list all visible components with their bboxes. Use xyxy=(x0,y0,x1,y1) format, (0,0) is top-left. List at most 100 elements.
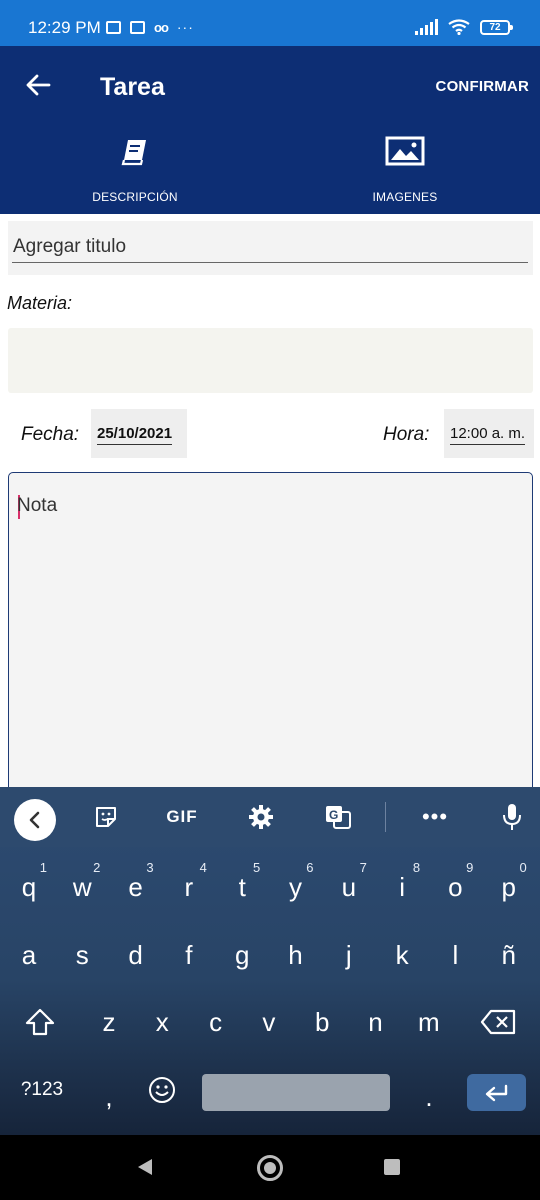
key-g[interactable]: g xyxy=(216,925,268,985)
nav-recents-button[interactable] xyxy=(384,1159,400,1175)
key-number-hint: 9 xyxy=(466,860,474,875)
key-l[interactable]: l xyxy=(429,925,481,985)
key-number-hint: 3 xyxy=(146,860,154,875)
microphone-icon xyxy=(503,804,521,830)
shift-key[interactable] xyxy=(14,992,66,1052)
status-time: 12:29 PM xyxy=(28,18,101,37)
system-icons: 72 xyxy=(415,19,513,35)
emoji-key[interactable] xyxy=(136,1060,188,1120)
translate-icon: G xyxy=(326,806,351,829)
system-nav-bar xyxy=(0,1135,540,1200)
key-w[interactable]: w2 xyxy=(56,857,108,917)
sticker-icon xyxy=(96,807,116,827)
keyboard-toolbar: GIF G ••• xyxy=(0,787,540,847)
key-label: t xyxy=(238,872,246,902)
chevron-left-icon xyxy=(29,811,40,829)
space-key[interactable] xyxy=(202,1074,390,1111)
backspace-icon xyxy=(480,1009,516,1035)
gear-icon xyxy=(249,805,273,829)
note-textarea[interactable]: Nota xyxy=(8,472,533,802)
key-t[interactable]: t5 xyxy=(216,857,268,917)
key-h[interactable]: h xyxy=(270,925,322,985)
back-button[interactable] xyxy=(20,68,56,102)
voice-input-button[interactable] xyxy=(498,800,526,834)
key-i[interactable]: i8 xyxy=(376,857,428,917)
key-j[interactable]: j xyxy=(323,925,375,985)
app-bar: Tarea CONFIRMAR xyxy=(0,46,540,124)
key-y[interactable]: y6 xyxy=(270,857,322,917)
key-number-hint: 2 xyxy=(93,860,101,875)
backspace-key[interactable] xyxy=(472,992,524,1052)
key-x[interactable]: x xyxy=(136,992,188,1052)
key-d[interactable]: d xyxy=(110,925,162,985)
key-e[interactable]: e3 xyxy=(110,857,162,917)
toolbar-divider xyxy=(385,802,386,832)
key-label: w xyxy=(72,872,92,902)
nav-home-button[interactable] xyxy=(257,1155,283,1181)
key-z[interactable]: z xyxy=(83,992,135,1052)
key-number-hint: 8 xyxy=(412,860,421,875)
soft-keyboard: GIF G ••• q 1 w 2 e 3 r 4 t 5 y 6 u 7 i … xyxy=(0,787,540,1135)
arrow-left-icon xyxy=(26,74,51,96)
keyboard-collapse-button[interactable] xyxy=(14,799,56,841)
period-key[interactable]: . xyxy=(403,1067,455,1127)
key-v[interactable]: v xyxy=(243,992,295,1052)
key-o[interactable]: o9 xyxy=(429,857,481,917)
more-options-button[interactable]: ••• xyxy=(418,800,452,834)
title-field[interactable]: Agregar titulo xyxy=(8,221,533,275)
key-a[interactable]: a xyxy=(3,925,55,985)
key-label: y xyxy=(289,872,302,902)
image-icon xyxy=(385,136,425,166)
title-input[interactable]: Agregar titulo xyxy=(12,231,528,263)
signal-icon xyxy=(415,19,438,35)
notes-notification-icon xyxy=(106,20,121,34)
tab-images[interactable]: IMAGENES xyxy=(270,124,540,214)
date-value: 25/10/2021 xyxy=(97,425,173,445)
emoji-icon xyxy=(149,1077,175,1103)
key-u[interactable]: u7 xyxy=(323,857,375,917)
gif-button[interactable]: GIF xyxy=(160,800,204,834)
symbols-key[interactable]: ?123 xyxy=(10,1060,74,1120)
key-number-hint: 0 xyxy=(519,860,527,875)
key-k[interactable]: k xyxy=(376,925,428,985)
svg-text:G: G xyxy=(329,808,338,822)
key-s[interactable]: s xyxy=(56,925,108,985)
key-number-hint: 4 xyxy=(199,860,207,875)
key-c[interactable]: c xyxy=(190,992,242,1052)
confirm-button[interactable]: CONFIRMAR xyxy=(436,78,529,95)
materia-label: Materia: xyxy=(7,293,73,313)
fecha-label: Fecha: xyxy=(21,424,80,445)
book-icon xyxy=(121,140,146,166)
key-b[interactable]: b xyxy=(296,992,348,1052)
key-n[interactable]: n xyxy=(350,992,402,1052)
time-value: 12:00 a. m. xyxy=(450,425,526,445)
key-q[interactable]: q1 xyxy=(3,857,55,917)
voicemail-icon: oo xyxy=(154,19,169,35)
key-ñ[interactable]: ñ xyxy=(483,925,535,985)
nav-back-icon[interactable] xyxy=(136,1157,154,1177)
gallery-notification-icon xyxy=(130,20,145,34)
time-picker[interactable]: 12:00 a. m. xyxy=(444,409,534,458)
enter-key[interactable] xyxy=(467,1074,526,1111)
key-m[interactable]: m xyxy=(403,992,455,1052)
settings-button[interactable] xyxy=(246,800,276,834)
tab-images-label: IMAGENES xyxy=(372,190,438,204)
more-notifications-icon: ··· xyxy=(176,19,194,35)
key-f[interactable]: f xyxy=(163,925,215,985)
key-number-hint: 7 xyxy=(359,860,367,875)
page-title: Tarea xyxy=(100,73,165,101)
materia-input[interactable] xyxy=(8,328,533,393)
sticker-button[interactable] xyxy=(90,800,122,834)
date-picker[interactable]: 25/10/2021 xyxy=(91,409,187,458)
key-label: p xyxy=(501,872,516,902)
key-number-hint: 5 xyxy=(252,860,261,875)
key-r[interactable]: r4 xyxy=(163,857,215,917)
translate-button[interactable]: G xyxy=(323,800,353,834)
key-label: i xyxy=(399,872,405,902)
key-p[interactable]: p0 xyxy=(483,857,535,917)
tab-description[interactable]: DESCRIPCIÓN xyxy=(0,124,270,214)
comma-key[interactable]: , xyxy=(83,1067,135,1127)
notification-icons: oo ··· xyxy=(106,19,194,35)
tab-bar: DESCRIPCIÓN IMAGENES xyxy=(0,124,540,214)
key-label: q xyxy=(21,872,37,902)
